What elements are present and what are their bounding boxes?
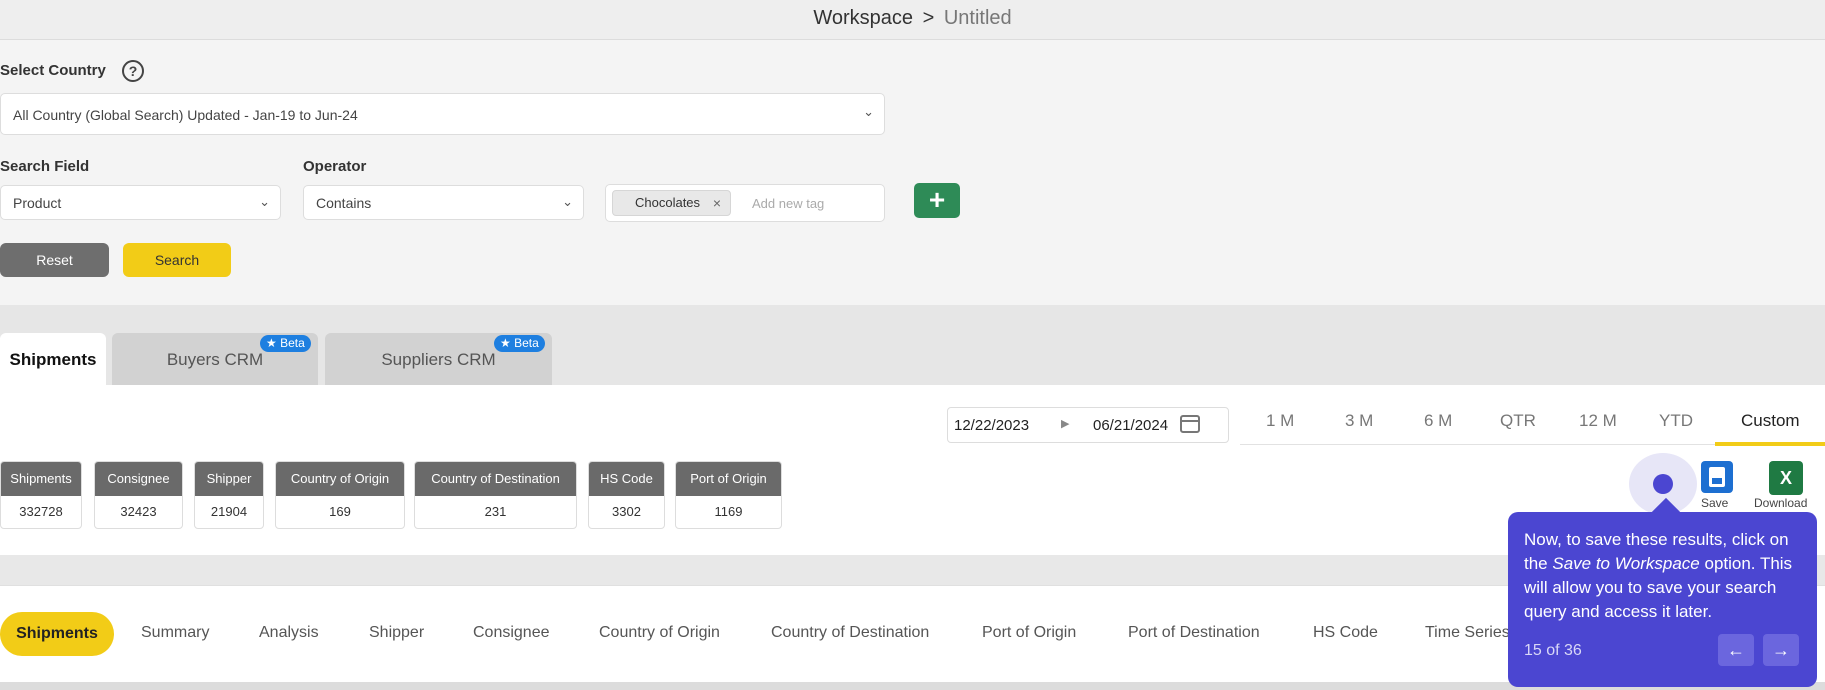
tag-chocolates: Chocolates ×	[612, 190, 732, 216]
country-select-value: All Country (Global Search) Updated - Ja…	[13, 107, 358, 123]
search-form	[0, 40, 1825, 305]
stat-value: 3302	[612, 504, 641, 519]
period-qtr[interactable]: QTR	[1500, 411, 1536, 431]
stat-value: 169	[329, 504, 351, 519]
nav-summary[interactable]: Summary	[141, 624, 209, 642]
stat-value: 32423	[120, 504, 157, 519]
chevron-down-icon: ⌄	[259, 193, 270, 209]
tabs-band: Shipments Buyers CRM ★ Beta Suppliers CR…	[0, 305, 1825, 385]
stat-card: Shipper 21904	[194, 461, 264, 529]
country-select[interactable]: All Country (Global Search) Updated - Ja…	[0, 93, 885, 135]
stat-value: 332728	[19, 504, 63, 519]
stat-value: 21904	[210, 504, 248, 519]
nav-shipper[interactable]: Shipper	[369, 624, 424, 642]
tour-prev-button[interactable]: ←	[1718, 634, 1754, 666]
stat-value: 231	[484, 504, 507, 519]
search-field-label: Search Field	[0, 158, 90, 175]
period-ytd[interactable]: YTD	[1659, 411, 1693, 431]
tour-next-button[interactable]: →	[1763, 634, 1799, 666]
reset-button[interactable]: Reset	[0, 243, 109, 277]
download-label[interactable]: Download	[1754, 496, 1807, 510]
stat-label: Port of Origin	[676, 462, 781, 496]
nav-port-of-origin[interactable]: Port of Origin	[982, 624, 1076, 642]
breadcrumb-separator: >	[922, 7, 935, 29]
beta-badge: ★ Beta	[494, 335, 545, 352]
tour-step-counter: 15 of 36	[1524, 642, 1582, 659]
period-divider	[1240, 444, 1715, 445]
nav-time-series[interactable]: Time Series	[1425, 624, 1510, 642]
nav-port-of-destination[interactable]: Port of Destination	[1128, 624, 1260, 642]
search-field-select[interactable]: Product ⌄	[0, 185, 281, 220]
stat-label: Country of Origin	[276, 462, 404, 496]
chevron-down-icon: ⌄	[562, 193, 573, 209]
date-from[interactable]: 12/22/2023	[954, 417, 1029, 434]
beta-badge: ★ Beta	[260, 335, 311, 352]
tag-label: Chocolates	[635, 195, 701, 210]
calendar-icon[interactable]	[1180, 415, 1200, 433]
stat-label: Consignee	[95, 462, 182, 496]
nav-shipments[interactable]: Shipments	[0, 612, 114, 656]
pulse-dot-icon	[1653, 474, 1673, 494]
tour-text: Now, to save these results, click on the…	[1524, 528, 1806, 624]
tour-tooltip: Now, to save these results, click on the…	[1508, 512, 1817, 687]
save-icon[interactable]	[1701, 461, 1733, 493]
period-1m[interactable]: 1 M	[1266, 411, 1294, 431]
stat-card: Country of Destination 231	[414, 461, 577, 529]
chevron-down-icon: ⌄	[863, 103, 874, 119]
nav-country-of-destination[interactable]: Country of Destination	[771, 624, 929, 642]
stat-card: Consignee 32423	[94, 461, 183, 529]
stat-card: Country of Origin 169	[275, 461, 405, 529]
period-3m[interactable]: 3 M	[1345, 411, 1373, 431]
active-period-indicator	[1715, 442, 1825, 446]
stat-label: HS Code	[589, 462, 664, 496]
tag-input-box[interactable]: Chocolates × Add new tag	[605, 184, 885, 222]
arrow-right-icon: ▶	[1061, 418, 1070, 430]
stat-card: Shipments 332728	[0, 461, 82, 529]
excel-download-icon[interactable]: X	[1769, 461, 1803, 495]
tab-shipments[interactable]: Shipments	[0, 333, 106, 385]
period-custom[interactable]: Custom	[1741, 411, 1800, 431]
operator-select[interactable]: Contains ⌄	[303, 185, 584, 220]
search-button[interactable]: Search	[123, 243, 231, 277]
close-icon[interactable]: ×	[713, 191, 721, 215]
operator-label: Operator	[303, 158, 367, 175]
operator-value: Contains	[316, 195, 372, 211]
search-field-value: Product	[13, 195, 62, 211]
nav-analysis[interactable]: Analysis	[259, 624, 319, 642]
breadcrumb-current: Untitled	[943, 7, 1012, 29]
add-filter-button[interactable]: +	[914, 183, 960, 218]
breadcrumb: Workspace > Untitled	[0, 7, 1825, 30]
tag-input[interactable]: Add new tag	[752, 196, 824, 211]
stat-card: Port of Origin 1169	[675, 461, 782, 529]
stat-label: Shipper	[195, 462, 263, 496]
stat-label: Country of Destination	[415, 462, 576, 496]
stat-value: 1169	[714, 504, 743, 519]
tour-text-emphasis: Save to Workspace	[1552, 554, 1700, 573]
select-country-label: Select Country	[0, 62, 106, 79]
save-label[interactable]: Save	[1701, 496, 1728, 510]
help-icon[interactable]: ?	[122, 60, 144, 82]
date-range-picker[interactable]: 12/22/2023 ▶ 06/21/2024	[947, 407, 1229, 443]
breadcrumb-workspace[interactable]: Workspace	[813, 7, 913, 29]
stat-label: Shipments	[1, 462, 81, 496]
period-12m[interactable]: 12 M	[1579, 411, 1617, 431]
nav-country-of-origin[interactable]: Country of Origin	[599, 624, 720, 642]
period-6m[interactable]: 6 M	[1424, 411, 1452, 431]
top-bar: Workspace > Untitled	[0, 0, 1825, 40]
nav-hs-code[interactable]: HS Code	[1313, 624, 1378, 642]
date-to[interactable]: 06/21/2024	[1093, 417, 1168, 434]
nav-consignee[interactable]: Consignee	[473, 624, 550, 642]
stat-card: HS Code 3302	[588, 461, 665, 529]
